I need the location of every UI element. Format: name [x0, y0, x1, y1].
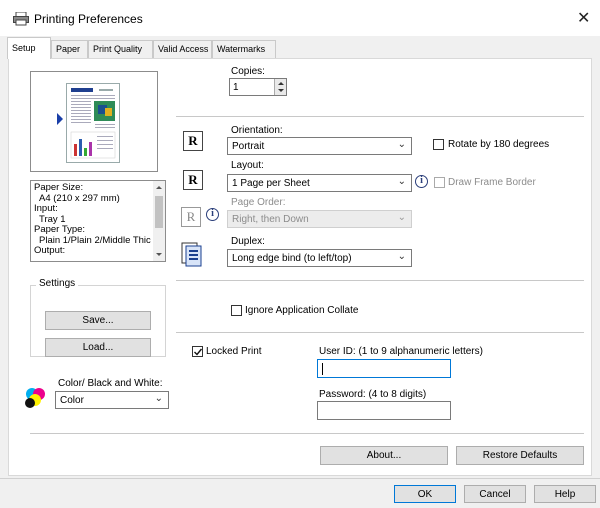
password-input[interactable]: [317, 401, 451, 420]
orientation-value: Portrait: [232, 141, 265, 152]
title-bar: Printing Preferences ✕: [0, 0, 600, 36]
checkmark-icon: [194, 348, 203, 356]
layout-label: Layout:: [231, 160, 264, 171]
duplex-value: Long edge bind (to left/top): [232, 253, 352, 264]
draw-frame-checkbox[interactable]: [434, 177, 445, 188]
chevron-down-icon: ⌄: [397, 139, 406, 150]
scroll-down-icon: [156, 253, 162, 256]
password-label: Password: (4 to 8 digits): [319, 389, 427, 400]
scroll-up-icon: [156, 186, 162, 189]
color-mode-dropdown[interactable]: Color ⌄: [55, 391, 169, 409]
info-icon[interactable]: i: [415, 175, 428, 188]
ignore-collate-checkbox[interactable]: [231, 305, 242, 316]
draw-frame-label: Draw Frame Border: [448, 177, 536, 188]
ignore-collate-label: Ignore Application Collate: [245, 305, 359, 316]
orientation-label: Orientation:: [231, 125, 283, 136]
divider: [176, 116, 584, 117]
copies-stepper[interactable]: 1: [229, 78, 287, 96]
rotate-180-label: Rotate by 180 degrees: [448, 139, 550, 150]
text-cursor: [322, 363, 323, 375]
ok-button[interactable]: OK: [394, 485, 456, 503]
layout-dropdown[interactable]: 1 Page per Sheet ⌄: [227, 174, 412, 192]
duplex-label: Duplex:: [231, 236, 265, 247]
divider: [176, 332, 584, 333]
summary-scrollbar[interactable]: [153, 181, 165, 261]
duplex-dropdown[interactable]: Long edge bind (to left/top) ⌄: [227, 249, 412, 267]
tab-watermarks[interactable]: Watermarks: [212, 40, 276, 58]
window-title: Printing Preferences: [34, 12, 143, 26]
summary-line: Paper Type:: [34, 224, 86, 235]
summary-line: Output:: [34, 245, 66, 256]
preview-document-icon: [70, 88, 116, 159]
divider: [176, 280, 584, 281]
page-order-r-icon: R: [181, 207, 201, 227]
orientation-r-icon: R: [183, 131, 203, 151]
user-id-input[interactable]: [317, 359, 451, 378]
copies-label: Copies:: [231, 66, 265, 77]
footer-divider: [0, 478, 600, 479]
divider: [30, 433, 584, 434]
scroll-thumb: [155, 196, 163, 228]
copies-spin-buttons[interactable]: [274, 79, 286, 95]
tab-print-quality[interactable]: Print Quality: [88, 40, 153, 58]
summary-line: Paper Size:: [34, 182, 84, 193]
user-id-label: User ID: (1 to 9 alphanumeric letters): [319, 346, 483, 357]
save-button[interactable]: Save...: [45, 311, 151, 330]
settings-summary-list[interactable]: Paper Size: A4 (210 x 297 mm) Input: Tra…: [30, 180, 166, 262]
color-mode-icon: [25, 388, 45, 408]
tab-setup[interactable]: Setup: [7, 37, 51, 59]
copies-value: 1: [233, 82, 239, 93]
about-button[interactable]: About...: [320, 446, 448, 465]
chevron-down-icon: ⌄: [397, 212, 406, 223]
color-mode-value: Color: [60, 395, 84, 406]
locked-print-checkbox[interactable]: [192, 346, 203, 357]
feed-direction-icon: [57, 113, 63, 125]
cancel-button[interactable]: Cancel: [464, 485, 526, 503]
page-order-value: Right, then Down: [232, 214, 309, 225]
tab-paper[interactable]: Paper: [51, 40, 88, 58]
orientation-dropdown[interactable]: Portrait ⌄: [227, 137, 412, 155]
layout-value: 1 Page per Sheet: [232, 178, 310, 189]
chevron-down-icon: ⌄: [397, 176, 406, 187]
page-order-label: Page Order:: [231, 197, 286, 208]
printer-icon: [13, 12, 29, 26]
layout-r-icon: R: [183, 170, 203, 190]
tab-valid-access[interactable]: Valid Access: [153, 40, 212, 58]
summary-line: Input:: [34, 203, 58, 214]
chevron-down-icon: ⌄: [154, 393, 163, 404]
load-button[interactable]: Load...: [45, 338, 151, 357]
duplex-icon: [181, 242, 202, 267]
chevron-down-icon: ⌄: [397, 251, 406, 262]
color-mode-label: Color/ Black and White:: [58, 378, 163, 389]
locked-print-label: Locked Print: [206, 346, 262, 357]
info-icon[interactable]: i: [206, 208, 219, 221]
help-button[interactable]: Help: [534, 485, 596, 503]
spin-up-icon: [278, 82, 284, 85]
page-order-dropdown[interactable]: Right, then Down ⌄: [227, 210, 412, 228]
preview-page-thumbnail: [66, 83, 120, 163]
spin-down-icon: [278, 89, 284, 92]
rotate-180-checkbox[interactable]: [433, 139, 444, 150]
close-icon[interactable]: ✕: [577, 8, 590, 28]
settings-legend: Settings: [36, 278, 79, 289]
restore-defaults-button[interactable]: Restore Defaults: [456, 446, 584, 465]
